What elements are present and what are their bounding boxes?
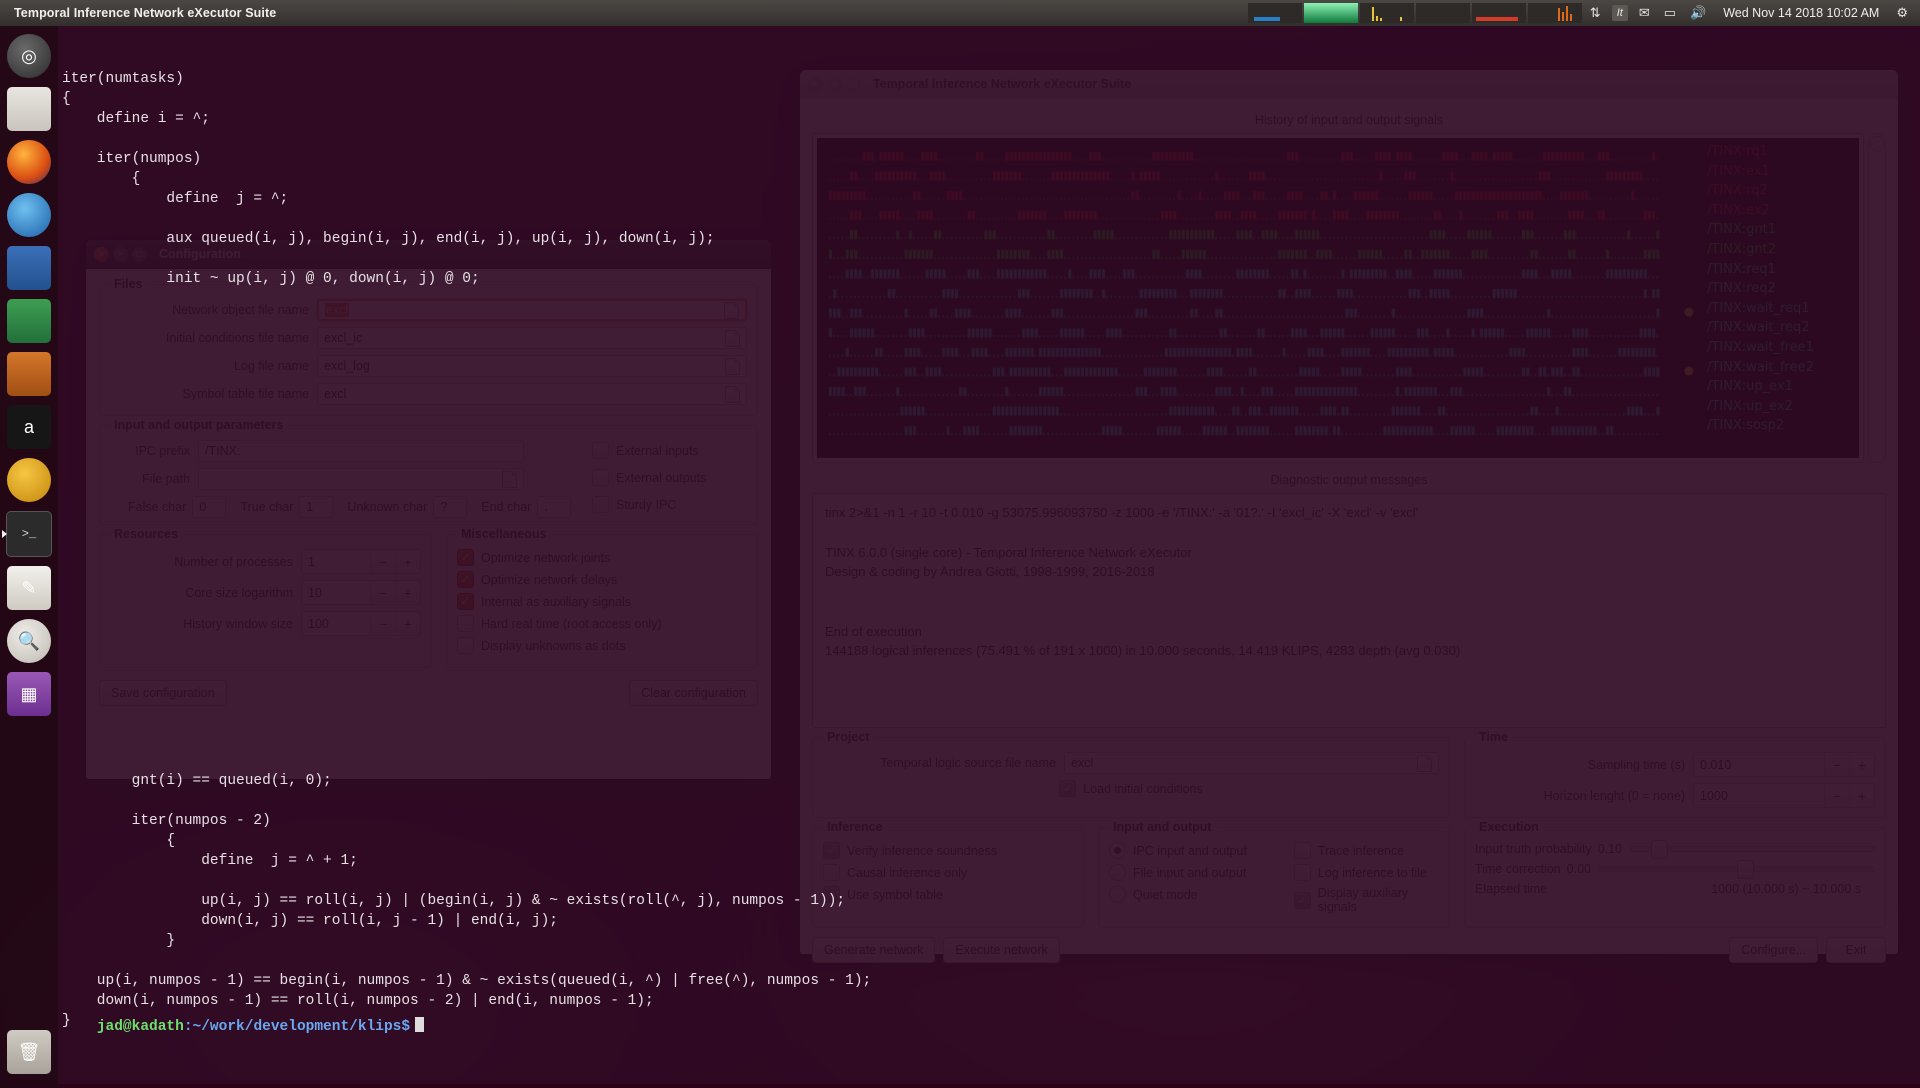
terminal-line: gnt(i) == queued(i, 0); (62, 773, 332, 789)
terminal-line: iter(numpos) (62, 150, 202, 167)
top-panel[interactable]: Temporal Inference Network eXecutor Suit… (0, 0, 1920, 26)
indicator-graph-6 (1527, 3, 1582, 23)
terminal-line: init ~ up(i, j) @ 0, down(i, j) @ 0; (62, 270, 480, 287)
prompt-user: jad@kadath (96, 1019, 184, 1036)
terminal-line: down(i, j) == roll(i, j - 1) | end(i, j)… (62, 913, 558, 929)
terminal-line: define i = ^; (62, 110, 210, 127)
launcher-item-firefox[interactable] (7, 140, 51, 184)
panel-app-title: Temporal Inference Network eXecutor Suit… (14, 6, 277, 20)
terminal-cursor (415, 1017, 425, 1033)
launcher-item-system-help[interactable]: 🔍 (7, 619, 51, 663)
clock[interactable]: Wed Nov 14 2018 10:02 AM (1713, 6, 1889, 20)
keyboard-layout-icon[interactable]: It (1611, 5, 1628, 21)
launcher-item-libreoffice-impress[interactable] (7, 352, 51, 396)
battery-icon[interactable]: ▭ (1657, 0, 1683, 26)
prompt-path: :~/work/development/klips$ (183, 1019, 411, 1036)
terminal-line: { (62, 90, 71, 107)
indicator-graph-1 (1247, 3, 1302, 23)
terminal-line: { (62, 833, 176, 849)
indicator-graph-2 (1303, 3, 1358, 23)
launcher-item-thunderbird[interactable] (7, 193, 51, 237)
terminal-line: aux queued(i, j), begin(i, j), end(i, j)… (62, 230, 715, 247)
indicator-graph-4 (1415, 3, 1470, 23)
terminal-text-bottom: gnt(i) == queued(i, 0); iter(numpos - 2)… (58, 772, 1920, 1032)
launcher-item-trash[interactable]: 🗑 (7, 1030, 51, 1074)
launcher-item-workspace-switcher[interactable]: ▦ (7, 672, 51, 716)
panel-indicators[interactable]: ⇅ It ✉ ▭ 🔊 Wed Nov 14 2018 10:02 AM ⚙ (1247, 0, 1920, 26)
terminal-line: iter(numpos - 2) (62, 813, 271, 829)
unity-launcher[interactable]: ◎ a >_ ✎ 🔍 ▦ 🗑 (0, 26, 58, 1088)
launcher-item-dash-home[interactable]: ◎ (7, 34, 51, 78)
terminal-line: { (62, 170, 141, 187)
indicator-graph-5 (1471, 3, 1526, 23)
terminal-line: iter(numtasks) (62, 70, 184, 87)
mail-icon[interactable]: ✉ (1632, 0, 1657, 26)
terminal-text-top: iter(numtasks) { define i = ^; iter(numpo… (58, 70, 1920, 290)
launcher-item-amazon[interactable]: a (7, 405, 51, 449)
terminal-prompt[interactable]: jad@kadath:~/work/development/klips$ (62, 997, 425, 1058)
terminal-line: define j = ^ + 1; (62, 853, 358, 869)
power-gear-icon[interactable]: ⚙ (1889, 0, 1920, 26)
launcher-item-libreoffice-writer[interactable] (7, 246, 51, 290)
launcher-item-files[interactable] (7, 87, 51, 131)
launcher-item-text-editor[interactable]: ✎ (7, 566, 51, 610)
terminal-line: up(i, numpos - 1) == begin(i, numpos - 1… (62, 973, 872, 989)
volume-icon[interactable]: 🔊 (1683, 0, 1713, 26)
terminal-line: define j = ^; (62, 190, 289, 207)
terminal-window[interactable]: iter(numtasks) { define i = ^; iter(numpo… (58, 26, 1920, 1084)
indicator-graph-3 (1359, 3, 1414, 23)
launcher-item-ubuntu-software[interactable] (7, 458, 51, 502)
launcher-item-libreoffice-calc[interactable] (7, 299, 51, 343)
terminal-line: up(i, j) == roll(i, j) | (begin(i, j) & … (62, 893, 846, 909)
network-icon[interactable]: ⇅ (1583, 0, 1608, 26)
terminal-line: } (62, 933, 176, 949)
launcher-item-terminal[interactable]: >_ (2, 511, 52, 557)
